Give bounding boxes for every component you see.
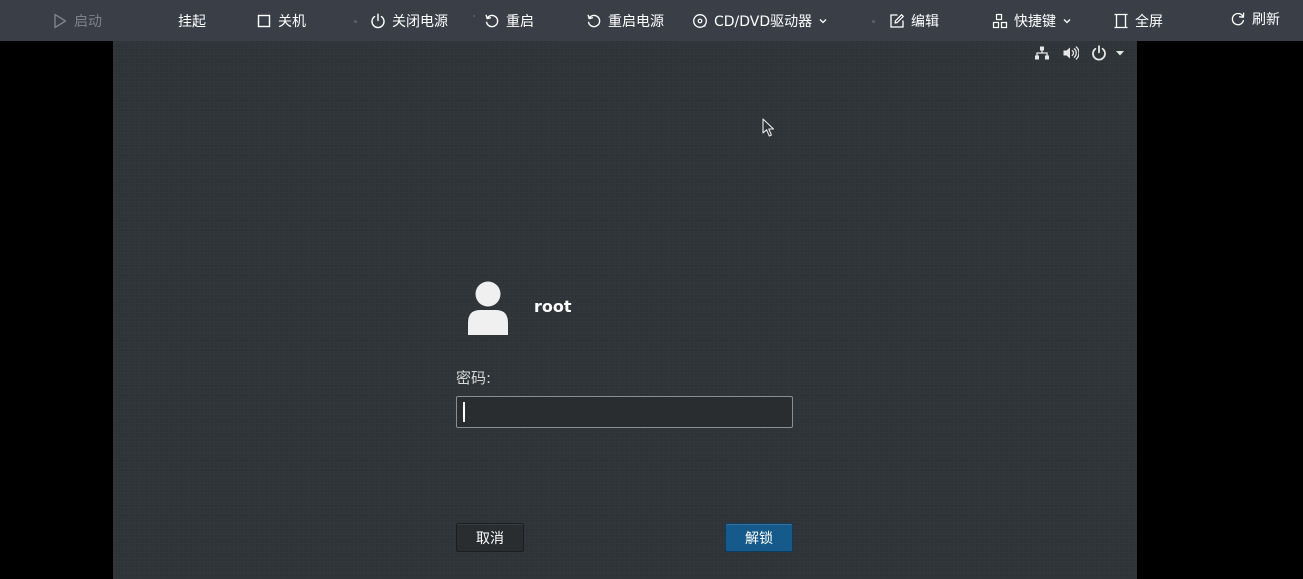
refresh-button[interactable]: 刷新	[1230, 0, 1280, 39]
separator-dot	[473, 15, 475, 17]
password-label: 密码:	[456, 369, 492, 387]
power-cycle-icon	[586, 13, 602, 29]
separator-dot	[354, 20, 357, 23]
fullscreen-button[interactable]: 全屏	[1113, 0, 1163, 41]
vm-toolbar: 启动 挂起 关机 关闭电源 重启 重启电源 CD/DVD驱动器 编辑 快捷键 全…	[0, 0, 1303, 41]
password-input[interactable]	[456, 396, 793, 428]
edit-icon	[889, 13, 905, 29]
power-cycle-label: 重启电源	[608, 13, 664, 30]
cancel-button[interactable]: 取消	[456, 523, 524, 552]
refresh-label: 刷新	[1252, 11, 1280, 28]
square-stop-icon	[256, 13, 272, 29]
volume-icon[interactable]	[1062, 45, 1079, 61]
edit-button[interactable]: 编辑	[889, 0, 939, 41]
power-off-label: 关闭电源	[392, 13, 448, 30]
shutdown-button[interactable]: 关机	[256, 0, 306, 41]
disc-icon	[692, 13, 708, 29]
start-button[interactable]: 启动	[52, 0, 102, 41]
restart-button[interactable]: 重启	[484, 0, 534, 41]
restart-label: 重启	[506, 13, 534, 30]
vm-console-screen[interactable]: root 密码: 取消 解锁	[113, 41, 1137, 579]
power-off-button[interactable]: 关闭电源	[370, 0, 448, 41]
dropdown-arrow-icon[interactable]	[1115, 48, 1125, 58]
mouse-cursor-icon	[762, 118, 776, 142]
power-cycle-button[interactable]: 重启电源	[586, 0, 664, 41]
unlock-button[interactable]: 解锁	[725, 523, 793, 552]
power-icon	[370, 13, 386, 29]
power-icon[interactable]	[1091, 45, 1107, 61]
cd-dvd-dropdown[interactable]: CD/DVD驱动器	[692, 0, 828, 41]
text-caret	[463, 402, 465, 422]
suspend-label: 挂起	[178, 13, 206, 30]
cd-dvd-label: CD/DVD驱动器	[714, 13, 813, 30]
separator-dot	[872, 20, 875, 23]
fullscreen-icon	[1113, 13, 1129, 29]
fullscreen-label: 全屏	[1135, 13, 1163, 30]
suspend-button[interactable]: 挂起	[178, 0, 206, 41]
chevron-down-icon	[1062, 16, 1072, 26]
keyboard-shortcut-icon	[992, 13, 1008, 29]
shortcuts-dropdown[interactable]: 快捷键	[992, 0, 1072, 41]
system-status-area[interactable]	[1034, 45, 1125, 61]
shutdown-label: 关机	[278, 13, 306, 30]
start-label: 启动	[74, 13, 102, 30]
shortcuts-label: 快捷键	[1014, 13, 1056, 30]
refresh-icon	[1230, 11, 1246, 27]
username-label: root	[534, 297, 572, 316]
user-avatar-icon	[462, 279, 510, 335]
chevron-down-icon	[818, 16, 828, 26]
restart-icon	[484, 13, 500, 29]
play-icon	[52, 13, 68, 29]
edit-label: 编辑	[911, 13, 939, 30]
network-icon[interactable]	[1034, 45, 1050, 61]
